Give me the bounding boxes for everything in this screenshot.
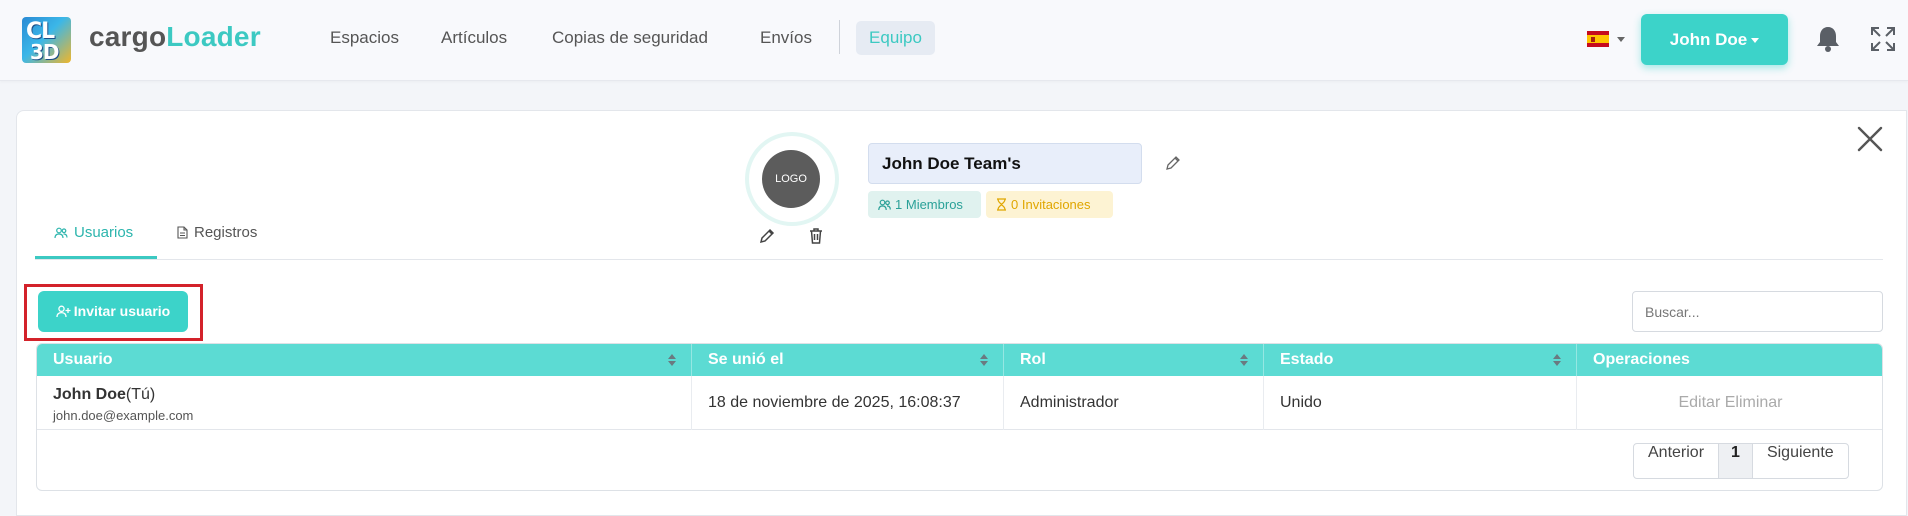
bell-icon[interactable]: [1815, 25, 1841, 53]
members-badge: 1 Miembros: [868, 191, 981, 218]
user-plus-icon: [56, 305, 71, 318]
members-count: 1: [895, 197, 903, 212]
cell-role: Administrador: [1004, 376, 1264, 430]
invite-user-button[interactable]: Invitar usuario: [38, 291, 188, 332]
delete-user-link[interactable]: Eliminar: [1725, 394, 1783, 411]
users-icon: [878, 199, 891, 211]
nav-articulos[interactable]: Artículos: [441, 28, 507, 48]
nav-copias-de-seguridad[interactable]: Copias de seguridad: [552, 28, 708, 48]
app-logo[interactable]: CL 3D: [22, 17, 71, 63]
tab-usuarios[interactable]: Usuarios: [54, 224, 133, 241]
top-navbar: CL 3D cargoLoader Espacios Artículos Cop…: [0, 0, 1908, 81]
brand-name-part1: cargo: [89, 21, 167, 52]
delete-logo-trash-icon[interactable]: [807, 227, 825, 245]
sort-icon: [668, 354, 676, 366]
user-menu-button[interactable]: John Doe: [1641, 14, 1788, 65]
user-menu-label: John Doe: [1669, 30, 1748, 49]
team-name-field[interactable]: John Doe Team's: [868, 143, 1142, 184]
nav-divider: [839, 20, 840, 54]
users-table: Usuario Se unió el Rol Estado Operacione…: [36, 343, 1883, 491]
tab-registros[interactable]: Registros: [177, 224, 257, 241]
sort-icon: [980, 354, 988, 366]
cell-usuario: John Doe(Tú) john.doe@example.com: [37, 376, 692, 430]
user-email: john.doe@example.com: [53, 408, 194, 423]
user-name-text: John Doe: [53, 386, 126, 403]
team-logo: LOGO: [762, 150, 820, 208]
column-header-operaciones: Operaciones: [1577, 344, 1882, 376]
table-row: John Doe(Tú) john.doe@example.com 18 de …: [37, 376, 1882, 430]
column-header-se-unio-el[interactable]: Se unió el: [692, 344, 1004, 376]
you-marker: (Tú): [125, 386, 156, 403]
cell-operations: Editar Eliminar: [1577, 376, 1882, 430]
user-name: John Doe(Tú): [53, 386, 155, 404]
column-header-label: Se unió el: [708, 351, 784, 368]
search-input[interactable]: [1632, 291, 1883, 332]
fullscreen-icon[interactable]: [1869, 25, 1897, 53]
edit-logo-pencil-icon[interactable]: [758, 227, 776, 245]
edit-team-name-pencil-icon[interactable]: [1164, 154, 1182, 172]
document-icon: [177, 226, 188, 239]
language-flag-icon[interactable]: [1587, 31, 1609, 47]
tab-usuarios-label: Usuarios: [74, 224, 134, 241]
column-header-usuario[interactable]: Usuario: [37, 344, 692, 376]
tab-registros-label: Registros: [194, 224, 258, 241]
nav-equipo[interactable]: Equipo: [856, 21, 935, 55]
column-header-label: Estado: [1280, 351, 1334, 368]
pagination: Anterior 1 Siguiente: [1633, 443, 1849, 479]
users-icon: [54, 227, 68, 239]
close-icon[interactable]: [1856, 125, 1884, 153]
column-header-label: Rol: [1020, 351, 1046, 368]
members-label: Miembros: [905, 197, 963, 212]
invitations-count: 0: [1011, 197, 1019, 212]
tabs-divider: [35, 259, 1883, 260]
cell-joined: 18 de noviembre de 2025, 16:08:37: [692, 376, 1004, 430]
invitations-badge: 0 Invitaciones: [986, 191, 1113, 218]
pagination-next-button[interactable]: Siguiente: [1753, 444, 1848, 478]
pagination-prev-button[interactable]: Anterior: [1634, 444, 1720, 478]
language-caret-icon[interactable]: [1617, 37, 1625, 42]
nav-espacios[interactable]: Espacios: [330, 28, 399, 48]
column-header-rol[interactable]: Rol: [1004, 344, 1264, 376]
table-header: Usuario Se unió el Rol Estado Operacione…: [37, 344, 1882, 376]
hourglass-icon: [997, 198, 1006, 211]
nav-envios[interactable]: Envíos: [760, 28, 812, 48]
cell-status: Unido: [1264, 376, 1577, 430]
brand-name-part2: Loader: [166, 21, 261, 52]
column-header-estado[interactable]: Estado: [1264, 344, 1577, 376]
column-header-label: Usuario: [53, 351, 113, 368]
column-header-label: Operaciones: [1593, 351, 1690, 368]
pagination-page-1[interactable]: 1: [1719, 444, 1753, 478]
invitations-label: Invitaciones: [1021, 197, 1091, 212]
sort-icon: [1553, 354, 1561, 366]
invite-user-label: Invitar usuario: [73, 303, 171, 319]
brand-name[interactable]: cargoLoader: [89, 21, 261, 53]
user-menu-caret-icon: [1751, 38, 1760, 44]
edit-user-link[interactable]: Editar: [1678, 394, 1720, 411]
sort-icon: [1240, 354, 1248, 366]
logo-text-bottom: 3D: [30, 40, 60, 63]
